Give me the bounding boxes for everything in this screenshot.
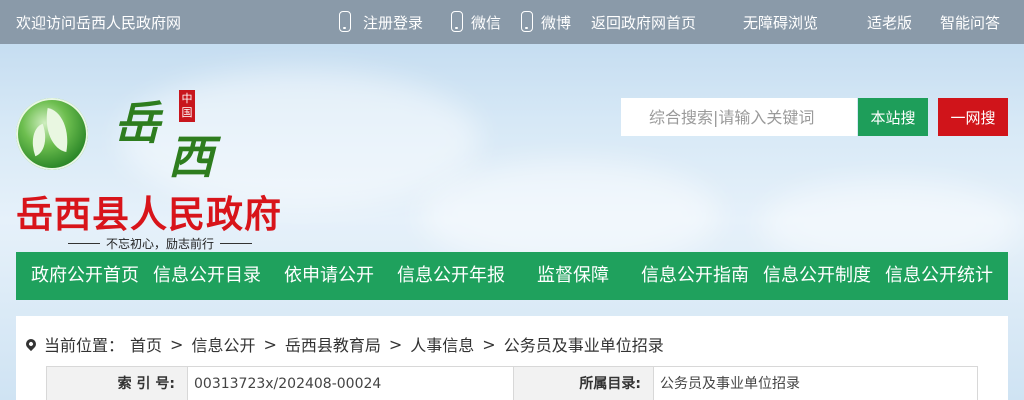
index-number-label: 索 引 号: xyxy=(47,367,187,400)
wechat-icon xyxy=(451,11,463,32)
breadcrumb-separator: > xyxy=(170,334,184,354)
breadcrumb: 当前位置： 首页 > 信息公开 > 岳西县教育局 > 人事信息 > 公务员及事业… xyxy=(23,332,670,356)
logo-calligraphy-yue: 岳 xyxy=(114,96,160,150)
nav-item-supervision[interactable]: 监督保障 xyxy=(537,252,609,300)
index-number-value: 00313723x/202408-00024 xyxy=(187,367,513,400)
breadcrumb-recruitment[interactable]: 公务员及事业单位招录 xyxy=(504,332,664,356)
breadcrumb-label: 当前位置： xyxy=(44,336,125,355)
welcome-text: 欢迎访问岳西人民政府网 xyxy=(16,14,182,32)
weibo-link[interactable]: 微博 xyxy=(541,12,571,33)
site-search-button[interactable]: 本站搜 xyxy=(858,98,928,136)
breadcrumb-home[interactable]: 首页 xyxy=(130,332,162,356)
all-network-search-button[interactable]: 一网搜 xyxy=(938,98,1008,136)
breadcrumb-personnel[interactable]: 人事信息 xyxy=(410,332,474,356)
catalog-value: 公务员及事业单位招录 xyxy=(653,367,977,400)
location-pin-icon xyxy=(23,336,39,352)
logo-calligraphy-xi: 西 xyxy=(168,130,214,184)
content-panel: 当前位置： 首页 > 信息公开 > 岳西县教育局 > 人事信息 > 公务员及事业… xyxy=(16,316,1008,400)
nav-item-statistics[interactable]: 信息公开统计 xyxy=(885,252,993,300)
mobile-icon xyxy=(339,11,351,32)
nav-item-catalog[interactable]: 信息公开目录 xyxy=(153,252,261,300)
catalog-label: 所属目录: xyxy=(513,367,653,400)
weibo-icon xyxy=(521,11,533,32)
breadcrumb-info-public[interactable]: 信息公开 xyxy=(191,332,255,356)
nav-item-application[interactable]: 依申请公开 xyxy=(284,252,374,300)
breadcrumb-education-bureau[interactable]: 岳西县教育局 xyxy=(285,332,381,356)
site-slogan: 不忘初心，励志前行 xyxy=(62,235,258,252)
nav-item-home[interactable]: 政府公开首页 xyxy=(31,252,139,300)
divider xyxy=(68,243,100,244)
breadcrumb-separator: > xyxy=(263,334,277,354)
slogan-text: 不忘初心，励志前行 xyxy=(106,237,215,251)
top-bar: 欢迎访问岳西人民政府网 注册登录 微信 微博 返回政府网首页 无障碍浏览 适老版… xyxy=(0,0,1024,44)
main-nav: 政府公开首页 信息公开目录 依申请公开 信息公开年报 监督保障 信息公开指南 信… xyxy=(16,252,1008,300)
accessibility-link[interactable]: 无障碍浏览 xyxy=(743,12,818,33)
search-input[interactable] xyxy=(621,98,857,136)
wechat-link[interactable]: 微信 xyxy=(471,12,501,33)
divider xyxy=(220,243,253,244)
nav-item-rules[interactable]: 信息公开制度 xyxy=(763,252,871,300)
elderly-mode-link[interactable]: 适老版 xyxy=(867,12,912,33)
nav-item-guide[interactable]: 信息公开指南 xyxy=(641,252,749,300)
register-login-link[interactable]: 注册登录 xyxy=(363,12,423,33)
breadcrumb-separator: > xyxy=(388,334,403,354)
smart-qa-link[interactable]: 智能问答 xyxy=(940,12,1000,33)
document-meta-table: 索 引 号: 00313723x/202408-00024 所属目录: 公务员及… xyxy=(46,366,978,400)
breadcrumb-separator: > xyxy=(482,334,496,354)
home-portal-link[interactable]: 返回政府网首页 xyxy=(591,12,696,33)
logo-seal: 中国 xyxy=(179,90,195,122)
site-title[interactable]: 岳西县人民政府 xyxy=(16,184,282,238)
nav-item-annual-report[interactable]: 信息公开年报 xyxy=(397,252,505,300)
logo-emblem-icon[interactable] xyxy=(16,98,88,170)
